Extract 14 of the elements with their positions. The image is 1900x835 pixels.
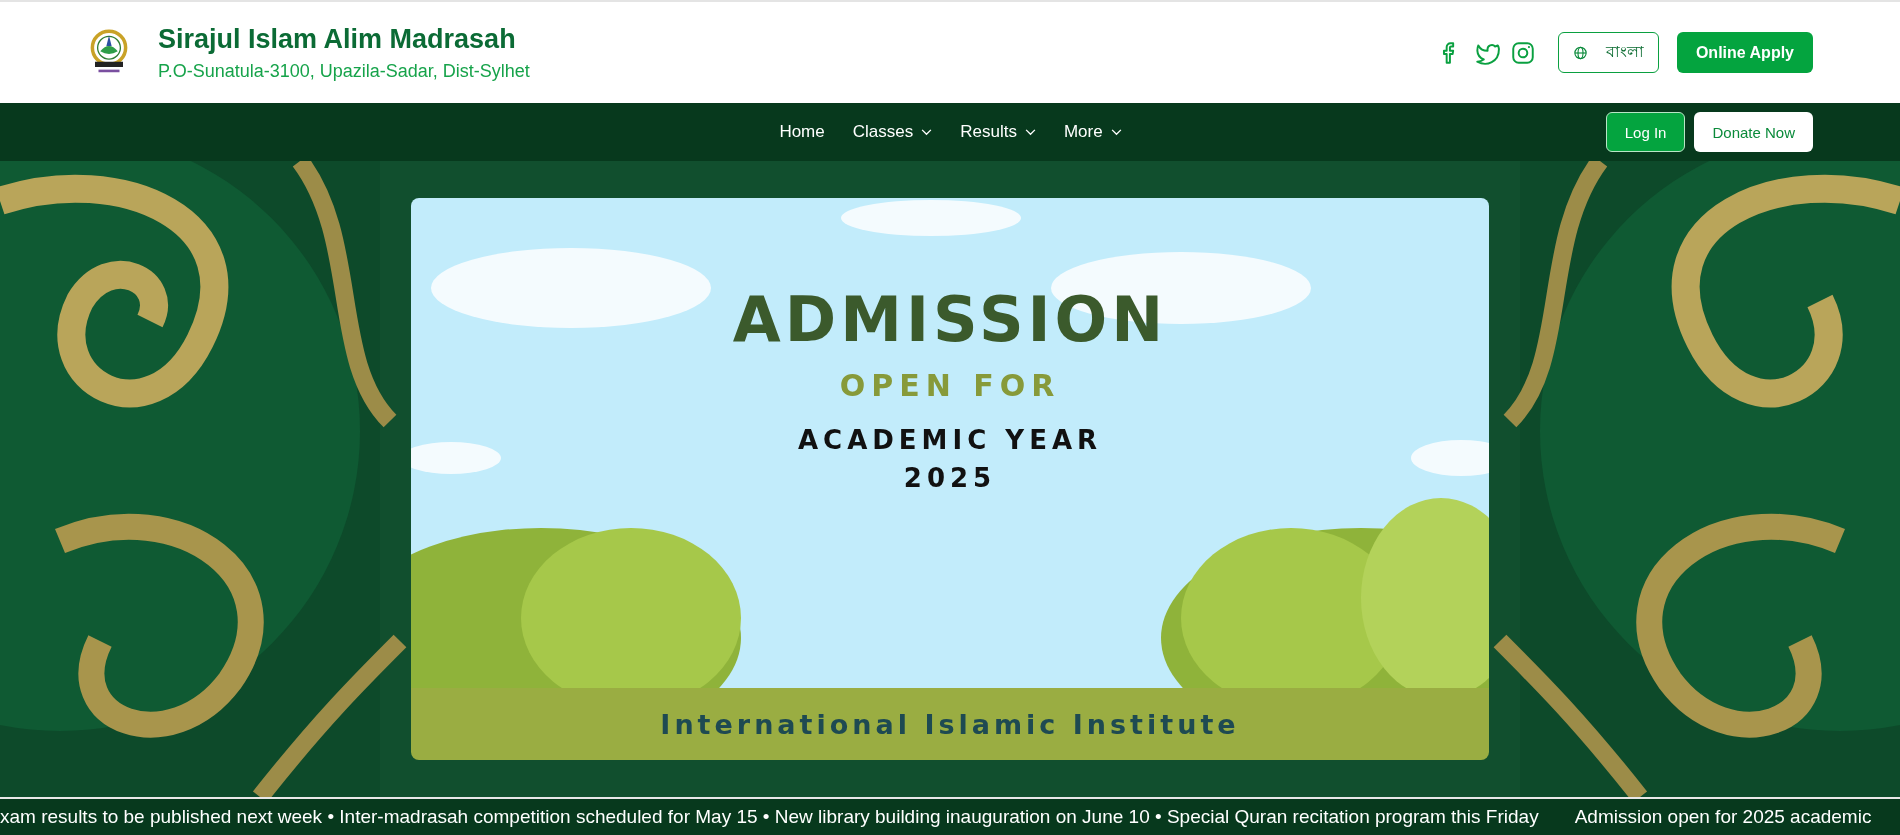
site-title: Sirajul Islam Alim Madrasah	[158, 23, 517, 55]
nav-link[interactable]: More	[1063, 122, 1122, 142]
nav-link[interactable]: Home	[779, 122, 825, 142]
ticker-text: xam results to be published next week • Inter-madrasah competition scheduled for May 15 • New library building inauguration on June 10 • Special Quran recitation program this Friday	[0, 806, 1539, 828]
nav-link[interactable]: Classes	[852, 122, 933, 142]
chevron-down-icon	[1110, 128, 1122, 136]
chevron-down-icon	[921, 128, 933, 136]
language-button[interactable]: বাংলা	[1557, 32, 1659, 73]
ticker-text: Admission open for 2025 academic	[1574, 806, 1872, 828]
instagram-icon[interactable]	[1509, 39, 1536, 66]
chevron-down-icon	[1024, 128, 1036, 136]
nav-link[interactable]: Results	[960, 122, 1036, 142]
address-text: P.O-Sunatula-3100, Upazila-Sadar, Dist-Sylhet	[158, 60, 530, 82]
donate-button[interactable]: Donate Now	[1694, 112, 1813, 152]
